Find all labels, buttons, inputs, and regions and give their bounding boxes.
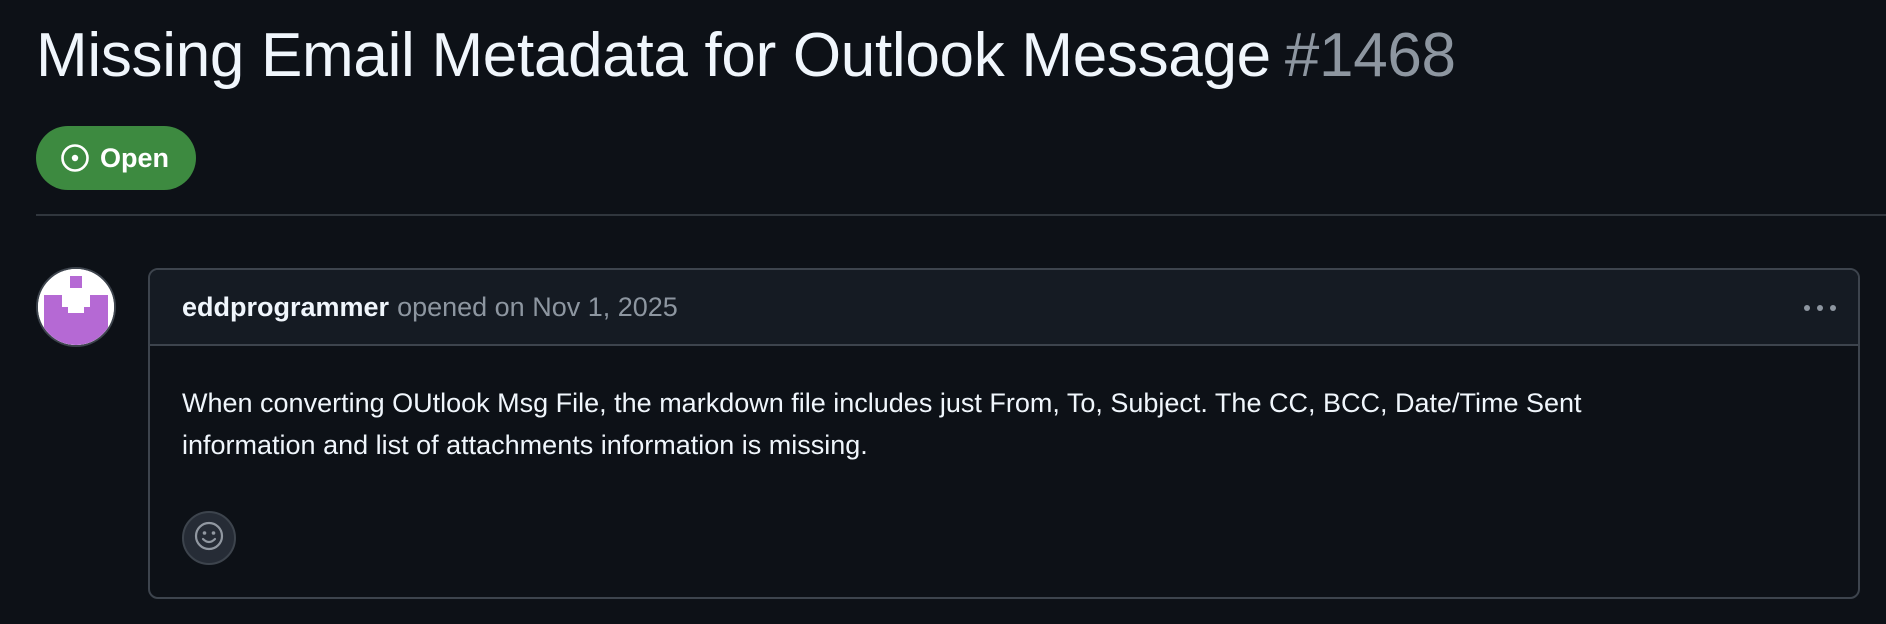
add-reaction-button[interactable]: [182, 511, 236, 565]
comment-header: eddprogrammer opened on Nov 1, 2025: [150, 270, 1858, 346]
issue-comment: eddprogrammer opened on Nov 1, 2025 When…: [148, 268, 1860, 599]
comment-author-link[interactable]: eddprogrammer: [182, 292, 389, 323]
author-avatar[interactable]: [36, 267, 116, 347]
issue-page: Missing Email Metadata for Outlook Messa…: [0, 0, 1886, 624]
smiley-icon: [193, 520, 225, 557]
issue-title-text: Missing Email Metadata for Outlook Messa…: [36, 21, 1271, 90]
comment-body: When converting OUtlook Msg File, the ma…: [182, 388, 1582, 460]
comment-timestamp[interactable]: opened on Nov 1, 2025: [397, 292, 678, 323]
comment-options-button[interactable]: [1800, 292, 1840, 324]
issue-state-label: Open: [100, 142, 170, 173]
kebab-horizontal-icon: [1803, 299, 1837, 317]
issue-title: Missing Email Metadata for Outlook Messa…: [36, 18, 1456, 94]
issue-state-badge: Open: [36, 126, 196, 190]
issue-opened-icon: [60, 143, 90, 173]
issue-number: #1468: [1284, 21, 1456, 90]
header-divider: [36, 214, 1886, 216]
